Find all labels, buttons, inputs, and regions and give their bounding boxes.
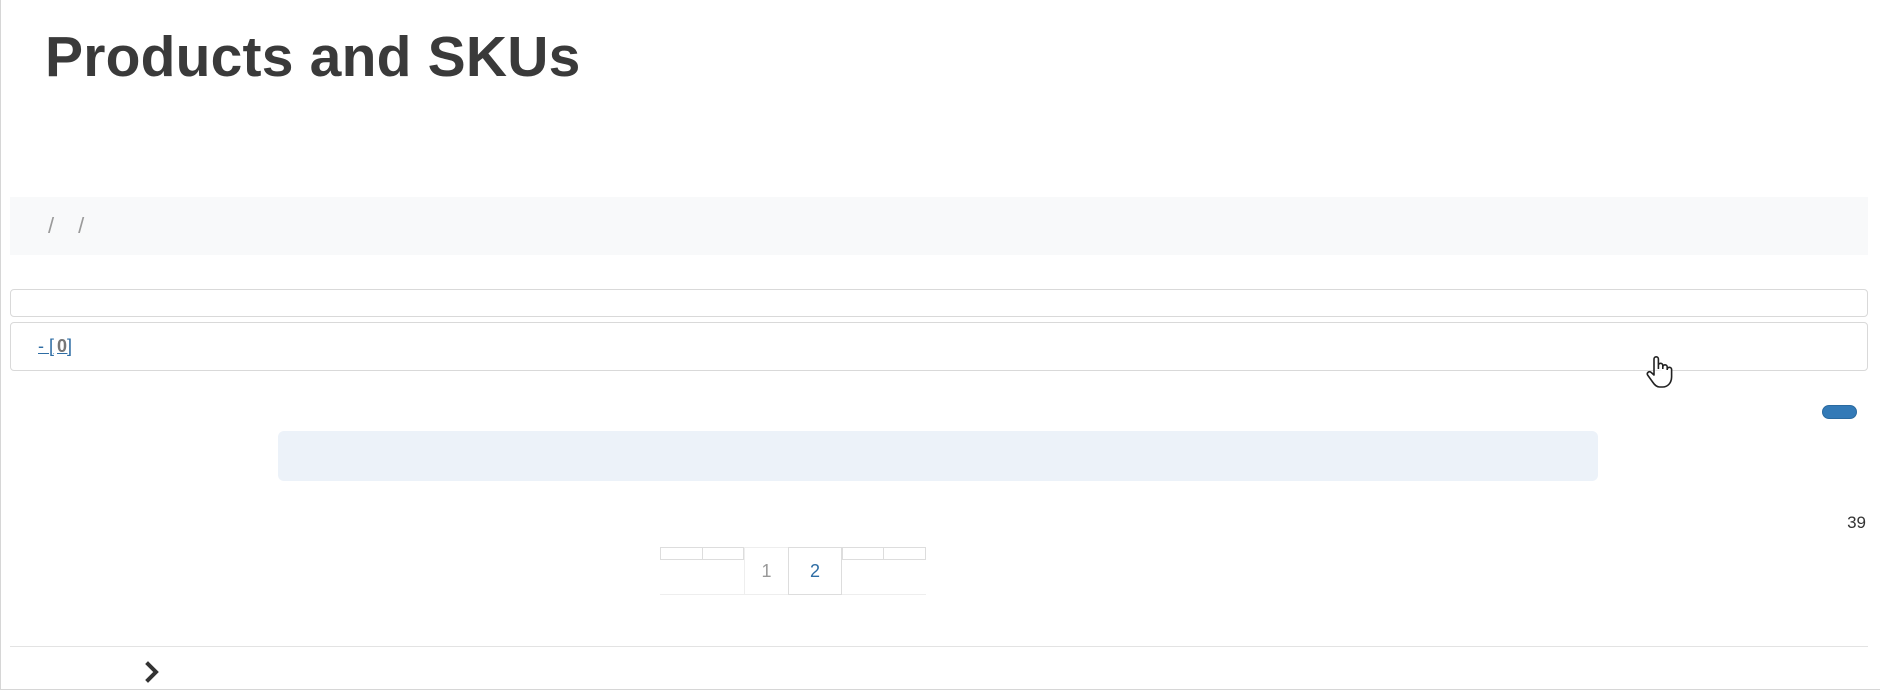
filter-count-open: [	[49, 336, 55, 356]
pagination-last-button[interactable]	[883, 547, 926, 560]
page-title: Products and SKUs	[45, 25, 581, 89]
pagination-first-button[interactable]	[660, 547, 703, 560]
breadcrumb-separator: /	[48, 213, 55, 238]
pagination-prev-button[interactable]	[702, 547, 744, 560]
search-bar[interactable]	[10, 289, 1868, 317]
pagination-next-button[interactable]	[842, 547, 884, 560]
footer-divider	[10, 646, 1868, 647]
pagination-page-1[interactable]: 1	[744, 547, 789, 595]
info-alert	[278, 431, 1598, 481]
pagination: 1 2	[660, 547, 926, 595]
breadcrumb: / /	[10, 197, 1868, 255]
hand-pointer-icon	[1645, 355, 1675, 395]
filter-toggle-label: -	[38, 336, 44, 356]
filter-toggle-link[interactable]: - [0]	[38, 336, 72, 357]
breadcrumb-separator: /	[78, 213, 85, 238]
chevron-right-icon[interactable]	[144, 660, 162, 684]
filter-count-close: ]	[67, 336, 73, 356]
total-count: 39	[1847, 513, 1866, 532]
filter-count: 0	[57, 336, 68, 356]
primary-action-button[interactable]	[1822, 405, 1857, 419]
pagination-page-2[interactable]: 2	[788, 547, 842, 595]
page: Products and SKUs / / - [0] 39 1 2	[0, 0, 1880, 690]
filter-bar: - [0]	[10, 322, 1868, 371]
